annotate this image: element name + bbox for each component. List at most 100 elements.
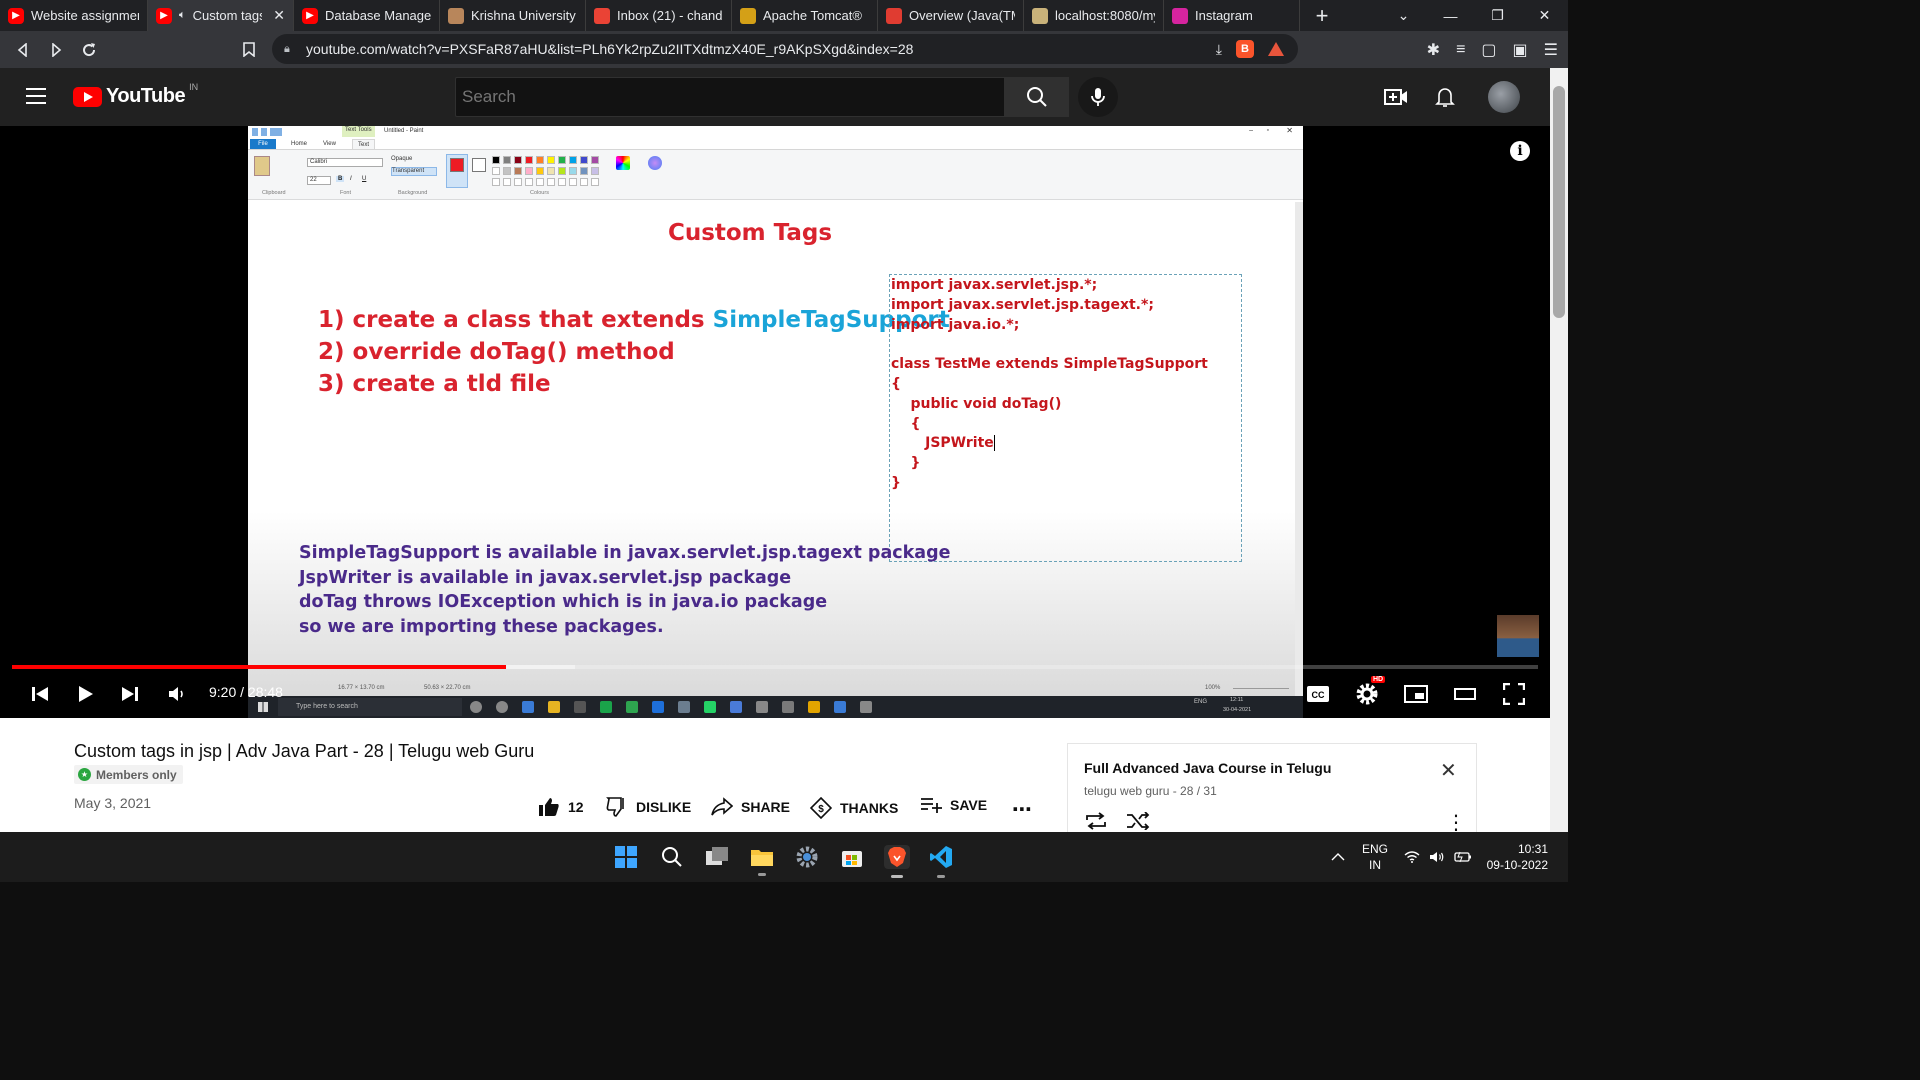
upload-date: May 3, 2021 [74,795,152,811]
palette-swatch [580,167,588,175]
members-badge-label: Members only [96,767,177,782]
playlist-icon[interactable]: ≡ [1456,41,1465,59]
fullscreen-button[interactable] [1501,682,1527,706]
close-tab-icon[interactable]: ✕ [273,7,285,24]
brave-browser-icon[interactable] [884,845,910,878]
scrollbar-thumb[interactable] [1553,86,1565,318]
new-tab-button[interactable]: + [1300,3,1344,29]
speaker-icon [1430,852,1444,862]
subtitles-button[interactable]: CC [1305,682,1331,706]
input-language-indicator[interactable]: ENG IN [1362,832,1388,882]
microsoft-store-icon[interactable] [840,845,864,869]
close-window-button[interactable]: ✕ [1521,0,1568,31]
notes-block: SimpleTagSupport is available in javax.s… [299,541,950,639]
voice-search-button[interactable] [1078,77,1118,117]
vscode-icon[interactable] [929,845,953,878]
notifications-bell-icon[interactable] [1433,85,1457,109]
more-actions-button[interactable]: ⋯ [1012,797,1032,822]
fullscreen-icon [1503,683,1525,705]
quick-settings[interactable] [1404,832,1472,882]
start-icon[interactable] [614,845,638,869]
brave-shields-icon[interactable]: B [1236,40,1254,58]
tab-search-chevron-icon[interactable]: ⌄ [1380,0,1427,31]
install-app-icon[interactable]: ⤓ [1216,41,1222,58]
close-icon[interactable]: ✕ [1440,758,1457,783]
video-player[interactable]: Text Tools Untitled - Paint – ▫ ✕ File Ho… [0,126,1550,718]
recorded-start-icon [258,702,268,712]
note-line: doTag throws IOException which is in jav… [299,592,828,613]
gmail-icon [594,7,610,24]
palette-swatch-empty [525,178,533,186]
share-button[interactable]: SHARE [711,797,790,817]
next-button[interactable] [120,682,140,706]
taskbar-search-icon[interactable] [660,845,684,869]
recorded-taskbar-app-icon [782,701,794,713]
settings-app-icon[interactable] [795,845,819,869]
youtube-header: YouTube IN [0,68,1550,126]
wallet-icon[interactable]: ▣ [1513,40,1528,60]
slide-title: Custom Tags [667,220,833,246]
show-hidden-icons-chevron[interactable] [1331,832,1345,882]
create-video-icon[interactable] [1384,85,1408,109]
search-button[interactable] [1005,77,1069,117]
youtube-logo[interactable]: YouTube IN [73,82,198,108]
save-button[interactable]: SAVE [920,797,987,813]
palette-swatch [525,156,533,164]
progress-bar[interactable] [12,665,1538,669]
browser-tab[interactable]: ▶ Website assignmen [0,0,148,31]
play-button[interactable] [76,682,96,706]
share-label: SHARE [741,799,791,815]
thumbs-down-icon [606,797,624,817]
extensions-icon[interactable]: ✱ [1427,40,1440,60]
lock-icon: 🔒︎ [284,43,290,55]
browser-tab[interactable]: Apache Tomcat® [732,0,878,31]
info-icon[interactable]: i [1510,141,1530,161]
search-input[interactable] [455,77,1005,117]
browser-tab[interactable]: ▶ Database Managem [294,0,440,31]
restore-button[interactable]: ❐ [1474,0,1521,31]
paint-tab: File [250,139,276,149]
palette-swatch [547,167,555,175]
page-scrollbar[interactable] [1550,68,1568,832]
browser-tab[interactable]: Overview (Java(TM) [878,0,1024,31]
menu-icon[interactable]: ☰ [1544,40,1558,60]
previous-button[interactable] [30,682,50,706]
sidebar-icon[interactable]: ▢ [1481,40,1496,60]
miniplayer-button[interactable] [1403,682,1429,706]
dislike-button[interactable]: DISLIKE [606,797,691,817]
file-explorer-icon[interactable] [750,845,774,876]
brave-rewards-icon[interactable] [1268,42,1284,56]
browser-tab-label: Custom tags [192,8,263,23]
browser-tab[interactable]: Instagram [1164,0,1300,31]
like-button[interactable]: 12 [538,797,584,817]
browser-tab[interactable]: Krishna University [440,0,586,31]
clock-date: 09-10-2022 [1486,858,1548,872]
recorded-taskbar-app-icon [652,701,664,713]
minimize-button[interactable]: — [1427,0,1474,31]
mute-button[interactable] [167,682,187,706]
bookmark-button[interactable] [232,31,265,68]
palette-swatch [503,156,511,164]
theater-mode-button[interactable] [1452,682,1478,706]
thanks-button[interactable]: $ THANKS [810,797,898,819]
browser-tab[interactable]: Inbox (21) - chandu [586,0,732,31]
playlist-title[interactable]: Full Advanced Java Course in Telugu [1084,760,1331,776]
browser-tab[interactable]: ▶ 🔈︎ Custom tags ✕ [148,0,294,31]
tab-audio-icon[interactable]: 🔈︎ [179,9,186,22]
browser-tab[interactable]: localhost:8080/myp [1024,0,1164,31]
back-button[interactable] [6,31,39,68]
settings-button[interactable]: HD [1354,676,1386,706]
taskbar-clock[interactable]: 10:31 09-10-2022 [1486,832,1548,882]
paint-ribbon-tabs: File Home View Text [248,138,1303,150]
url-text[interactable]: youtube.com/watch?v=PXSFaR87aHU&list=PLh… [306,41,913,57]
colour-1-selector [446,154,468,188]
address-bar[interactable]: 🔒︎ youtube.com/watch?v=PXSFaR87aHU&list=… [272,34,1298,64]
guide-menu-icon[interactable] [26,88,46,104]
palette-swatch [569,156,577,164]
account-avatar[interactable] [1488,81,1520,113]
forward-button[interactable] [39,31,72,68]
task-view-icon[interactable] [705,845,729,869]
step-text: 3) create a tld file [318,371,551,397]
tomcat-icon [740,7,756,24]
reload-button[interactable] [72,31,105,68]
